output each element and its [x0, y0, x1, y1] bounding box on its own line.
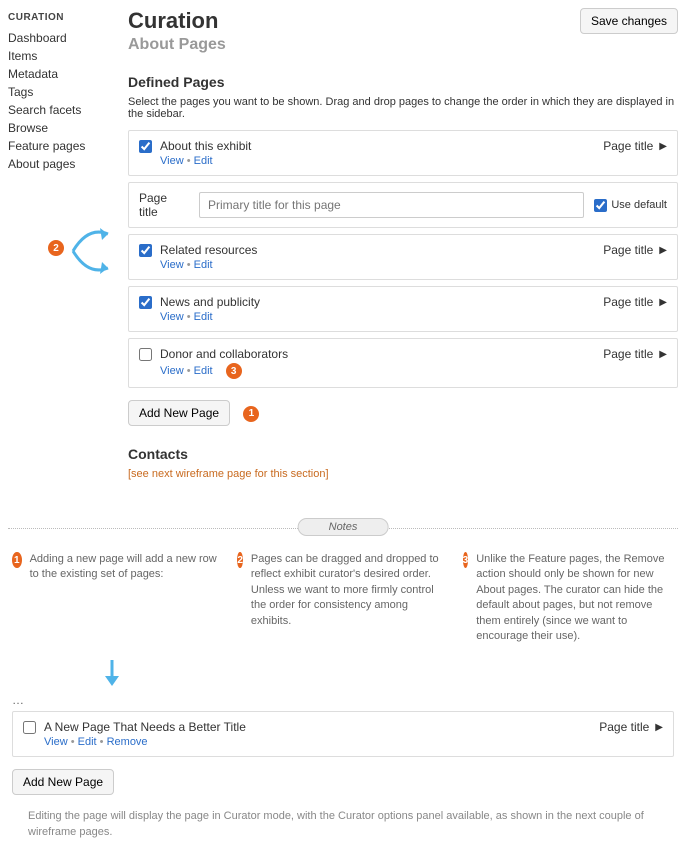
arrow-down-icon: [102, 660, 122, 686]
page-title-settings: Page title Use default: [128, 182, 678, 228]
callout-2: 2: [237, 552, 243, 568]
chevron-right-icon: ▶: [659, 245, 667, 256]
edit-link[interactable]: Edit: [78, 736, 97, 748]
page-title-toggle[interactable]: Page title ▶: [603, 243, 667, 257]
page-title: Curation: [128, 8, 226, 34]
notes-heading: Notes: [298, 518, 389, 536]
note-text: Unlike the Feature pages, the Remove act…: [476, 552, 674, 644]
defined-pages-title: Defined Pages: [128, 74, 678, 90]
separator: •: [187, 155, 194, 167]
callout-2: 2: [48, 240, 64, 256]
use-default-checkbox[interactable]: [594, 199, 607, 212]
page-checkbox[interactable]: [23, 721, 36, 734]
sidebar-item-items[interactable]: Items: [8, 47, 118, 65]
note-text: Pages can be dragged and dropped to refl…: [251, 552, 449, 629]
page-checkbox[interactable]: [139, 348, 152, 361]
sidebar-item-about-pages[interactable]: About pages: [8, 155, 118, 173]
ellipsis: …: [12, 693, 674, 707]
edit-link[interactable]: Edit: [194, 259, 213, 271]
page-checkbox[interactable]: [139, 244, 152, 257]
main-content: Curation About Pages Save changes Define…: [118, 8, 678, 480]
notes-divider: Notes: [8, 518, 678, 538]
edit-link[interactable]: Edit: [194, 311, 213, 323]
chevron-right-icon: ▶: [659, 141, 667, 152]
edit-link[interactable]: Edit: [194, 155, 213, 167]
page-subtitle: About Pages: [128, 36, 226, 54]
page-title-toggle[interactable]: Page title ▶: [603, 139, 667, 153]
view-link[interactable]: View: [160, 365, 184, 377]
sidebar-item-metadata[interactable]: Metadata: [8, 65, 118, 83]
page-row[interactable]: News and publicity View • Edit Page titl…: [128, 286, 678, 332]
sidebar-item-browse[interactable]: Browse: [8, 119, 118, 137]
page-row[interactable]: About this exhibit View • Edit Page titl…: [128, 130, 678, 176]
sidebar-item-feature-pages[interactable]: Feature pages: [8, 137, 118, 155]
use-default-label[interactable]: Use default: [594, 199, 667, 212]
callout-1: 1: [12, 552, 22, 568]
contacts-note: [see next wireframe page for this sectio…: [128, 468, 678, 480]
chevron-right-icon: ▶: [659, 297, 667, 308]
notes-grid: 1 Adding a new page will add a new row t…: [0, 552, 686, 654]
page-title-toggle[interactable]: Page title ▶: [603, 295, 667, 309]
callout-3: 3: [463, 552, 469, 568]
page-title-toggle[interactable]: Page title ▶: [603, 347, 667, 361]
view-link[interactable]: View: [44, 736, 68, 748]
page-title-toggle[interactable]: Page title ▶: [599, 720, 663, 734]
add-new-page-button[interactable]: Add New Page: [128, 400, 230, 426]
view-link[interactable]: View: [160, 155, 184, 167]
callout-3: 3: [226, 363, 242, 379]
add-new-page-button[interactable]: Add New Page: [12, 769, 114, 795]
chevron-right-icon: ▶: [659, 349, 667, 360]
page-title-input[interactable]: [199, 192, 584, 218]
page-row-title: About this exhibit: [160, 139, 251, 153]
page-checkbox[interactable]: [139, 296, 152, 309]
sidebar-item-search-facets[interactable]: Search facets: [8, 101, 118, 119]
page-row-title: A New Page That Needs a Better Title: [44, 720, 246, 734]
sidebar-item-tags[interactable]: Tags: [8, 83, 118, 101]
callout-1: 1: [243, 406, 259, 422]
page-row-example[interactable]: A New Page That Needs a Better Title Vie…: [12, 711, 674, 757]
edit-link[interactable]: Edit: [194, 365, 213, 377]
footer-note: Editing the page will display the page i…: [0, 805, 686, 850]
page-row-title: News and publicity: [160, 295, 260, 309]
sidebar-title: CURATION: [8, 12, 118, 23]
save-button[interactable]: Save changes: [580, 8, 678, 34]
settings-label: Page title: [139, 191, 189, 219]
example-block: … A New Page That Needs a Better Title V…: [0, 654, 686, 805]
note-text: Adding a new page will add a new row to …: [30, 552, 224, 583]
page-checkbox[interactable]: [139, 140, 152, 153]
chevron-right-icon: ▶: [655, 722, 663, 733]
page-row[interactable]: Related resources View • Edit Page title…: [128, 234, 678, 280]
view-link[interactable]: View: [160, 311, 184, 323]
remove-link[interactable]: Remove: [107, 736, 148, 748]
page-row[interactable]: Donor and collaborators View • Edit 3 Pa…: [128, 338, 678, 388]
contacts-title: Contacts: [128, 446, 678, 462]
drag-arrows-icon: [58, 216, 118, 286]
view-link[interactable]: View: [160, 259, 184, 271]
page-row-title: Related resources: [160, 243, 257, 257]
sidebar-item-dashboard[interactable]: Dashboard: [8, 29, 118, 47]
page-row-title: Donor and collaborators: [160, 347, 288, 361]
defined-pages-help: Select the pages you want to be shown. D…: [128, 96, 678, 120]
